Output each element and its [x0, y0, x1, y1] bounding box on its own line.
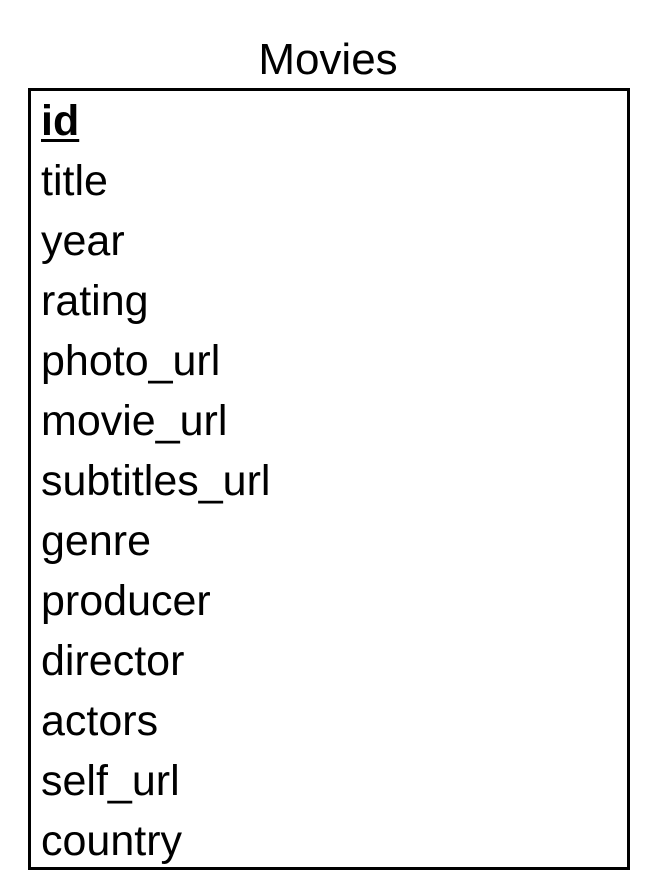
attribute-photo-url: photo_url — [41, 337, 221, 385]
attribute-producer: producer — [41, 577, 211, 625]
primary-key-attribute: id — [41, 97, 80, 145]
entity-title: Movies — [258, 35, 398, 84]
attribute-year: year — [41, 217, 125, 265]
attribute-actors: actors — [41, 697, 159, 745]
attribute-country: country — [41, 817, 183, 865]
attribute-director: director — [41, 637, 185, 685]
attribute-title: title — [41, 157, 108, 205]
attribute-subtitles-url: subtitles_url — [41, 457, 271, 505]
entity-box: id title year rating photo_url movie_url… — [28, 88, 630, 870]
attribute-rating: rating — [41, 277, 149, 325]
attribute-self-url: self_url — [41, 757, 180, 805]
attribute-list: id title year rating photo_url movie_url… — [41, 91, 270, 871]
attribute-genre: genre — [41, 517, 151, 565]
attribute-movie-url: movie_url — [41, 397, 228, 445]
